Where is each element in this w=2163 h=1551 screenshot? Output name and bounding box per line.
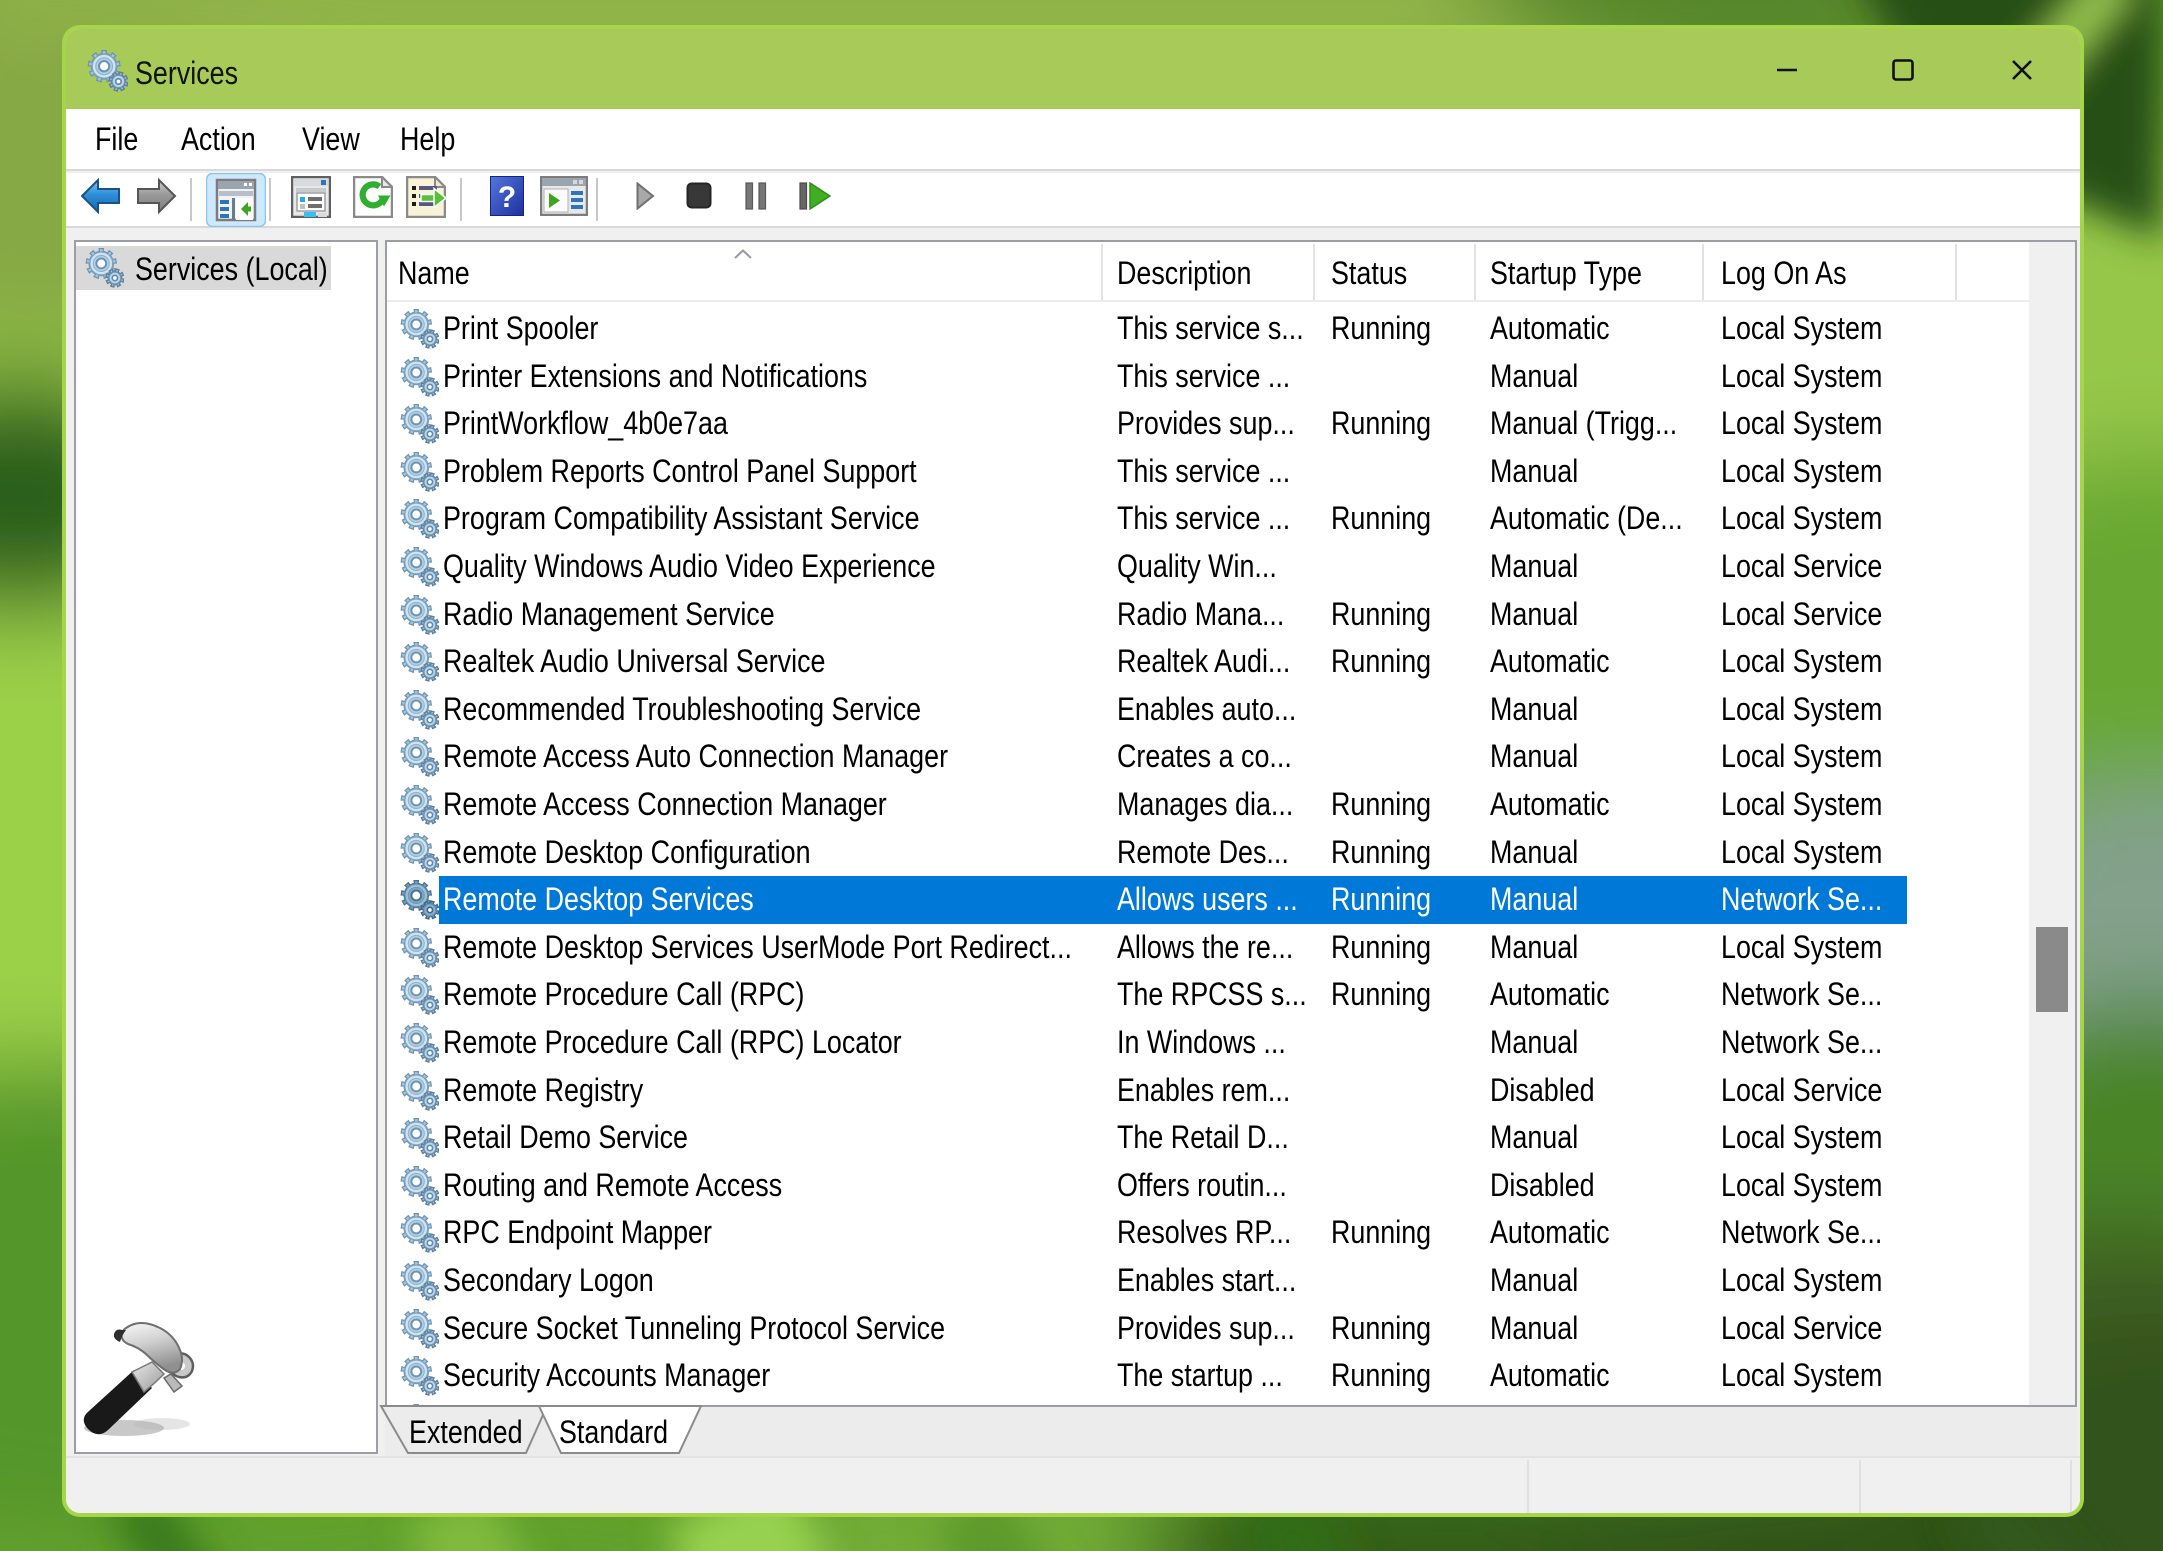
- svg-text:?: ?: [498, 181, 516, 214]
